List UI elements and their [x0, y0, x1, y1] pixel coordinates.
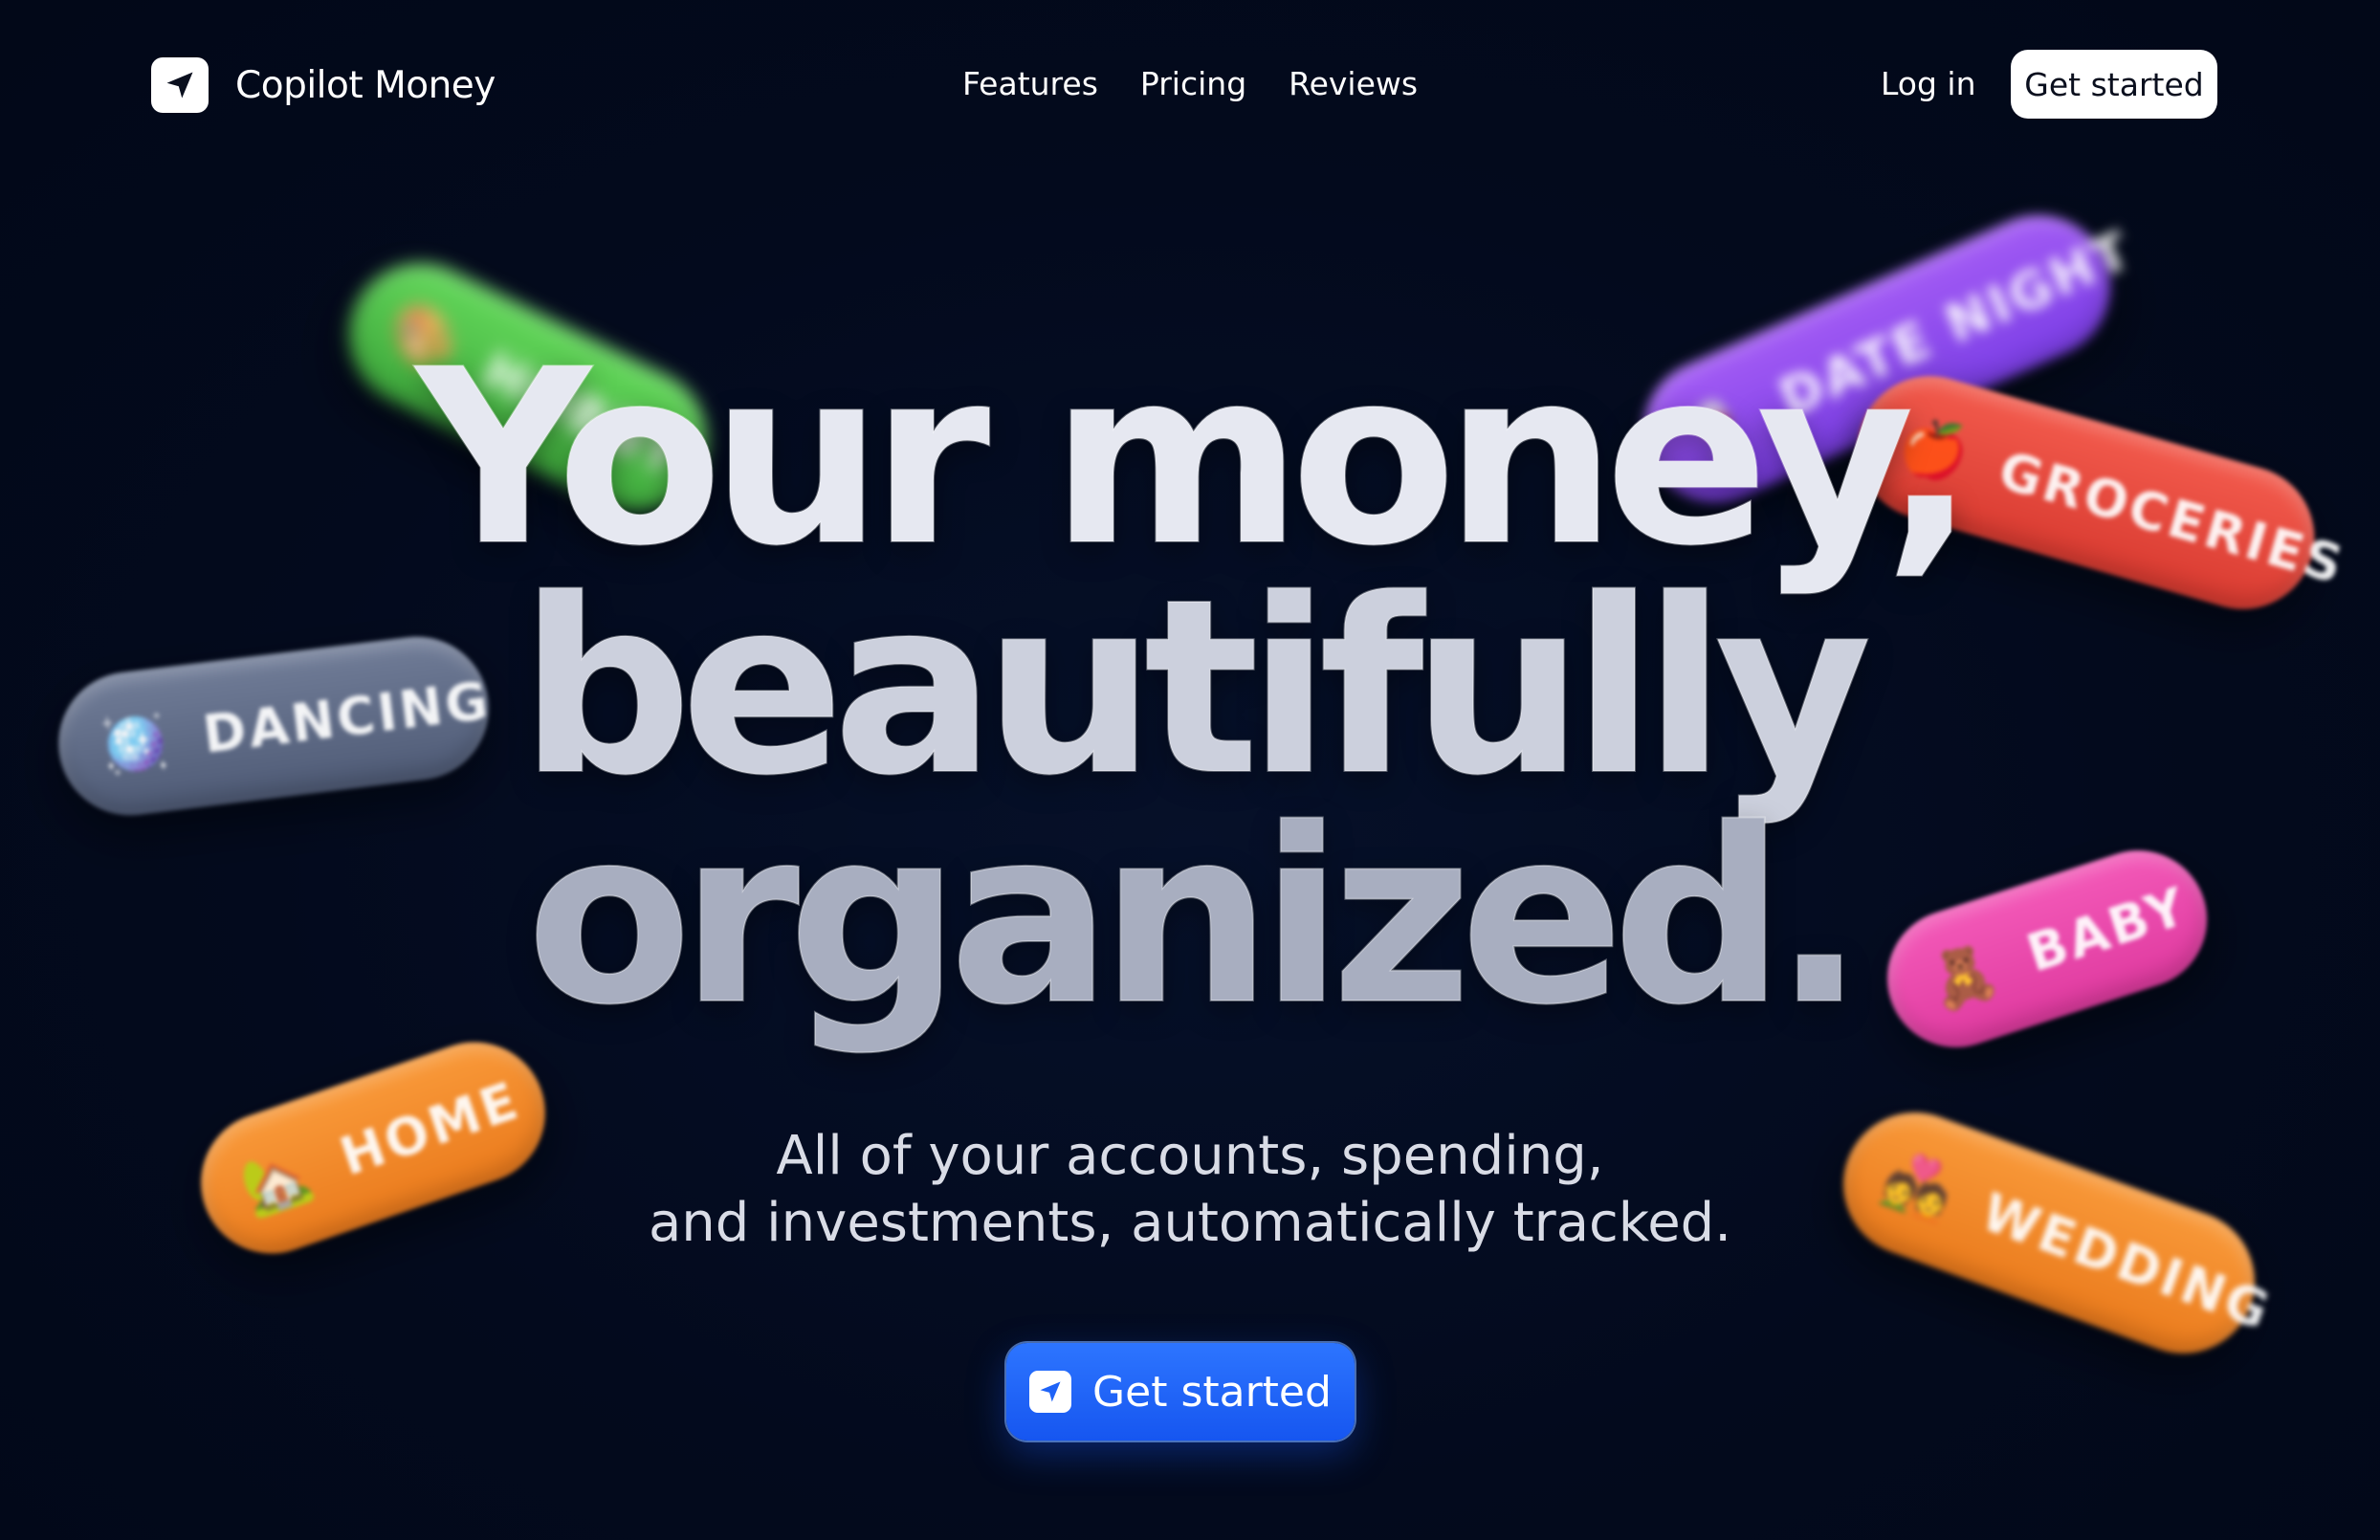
- hero-get-started-button[interactable]: Get started: [1006, 1343, 1355, 1441]
- hero-subtitle-line-1: All of your accounts, spending,: [776, 1125, 1604, 1187]
- landing-page: Copilot Money Features Pricing Reviews L…: [0, 0, 2380, 1540]
- login-link[interactable]: Log in: [1881, 63, 1976, 105]
- paper-plane-icon: [1029, 1371, 1072, 1413]
- main-nav: Features Pricing Reviews: [962, 63, 1418, 105]
- nav-get-started-button[interactable]: Get started: [2011, 50, 2217, 119]
- paper-plane-logo-icon: [151, 57, 209, 113]
- nav-link-reviews[interactable]: Reviews: [1289, 63, 1418, 105]
- hero-cta-label: Get started: [1092, 1367, 1332, 1417]
- hero-headline: Your money, beautifully organized.: [0, 319, 2380, 1058]
- hero-line-1: Your money,: [415, 319, 1976, 599]
- nav-link-features[interactable]: Features: [962, 63, 1098, 105]
- nav-link-pricing[interactable]: Pricing: [1140, 63, 1246, 105]
- brand-name: Copilot Money: [235, 63, 496, 107]
- hero-line-3: organized.: [525, 778, 1865, 1058]
- hero-subtitle: All of your accounts, spending, and inve…: [0, 1123, 2380, 1257]
- brand-logo-link[interactable]: Copilot Money: [151, 57, 496, 113]
- hero-subtitle-line-2: and investments, automatically tracked.: [648, 1192, 1732, 1254]
- hero-line-2: beautifully: [518, 548, 1873, 828]
